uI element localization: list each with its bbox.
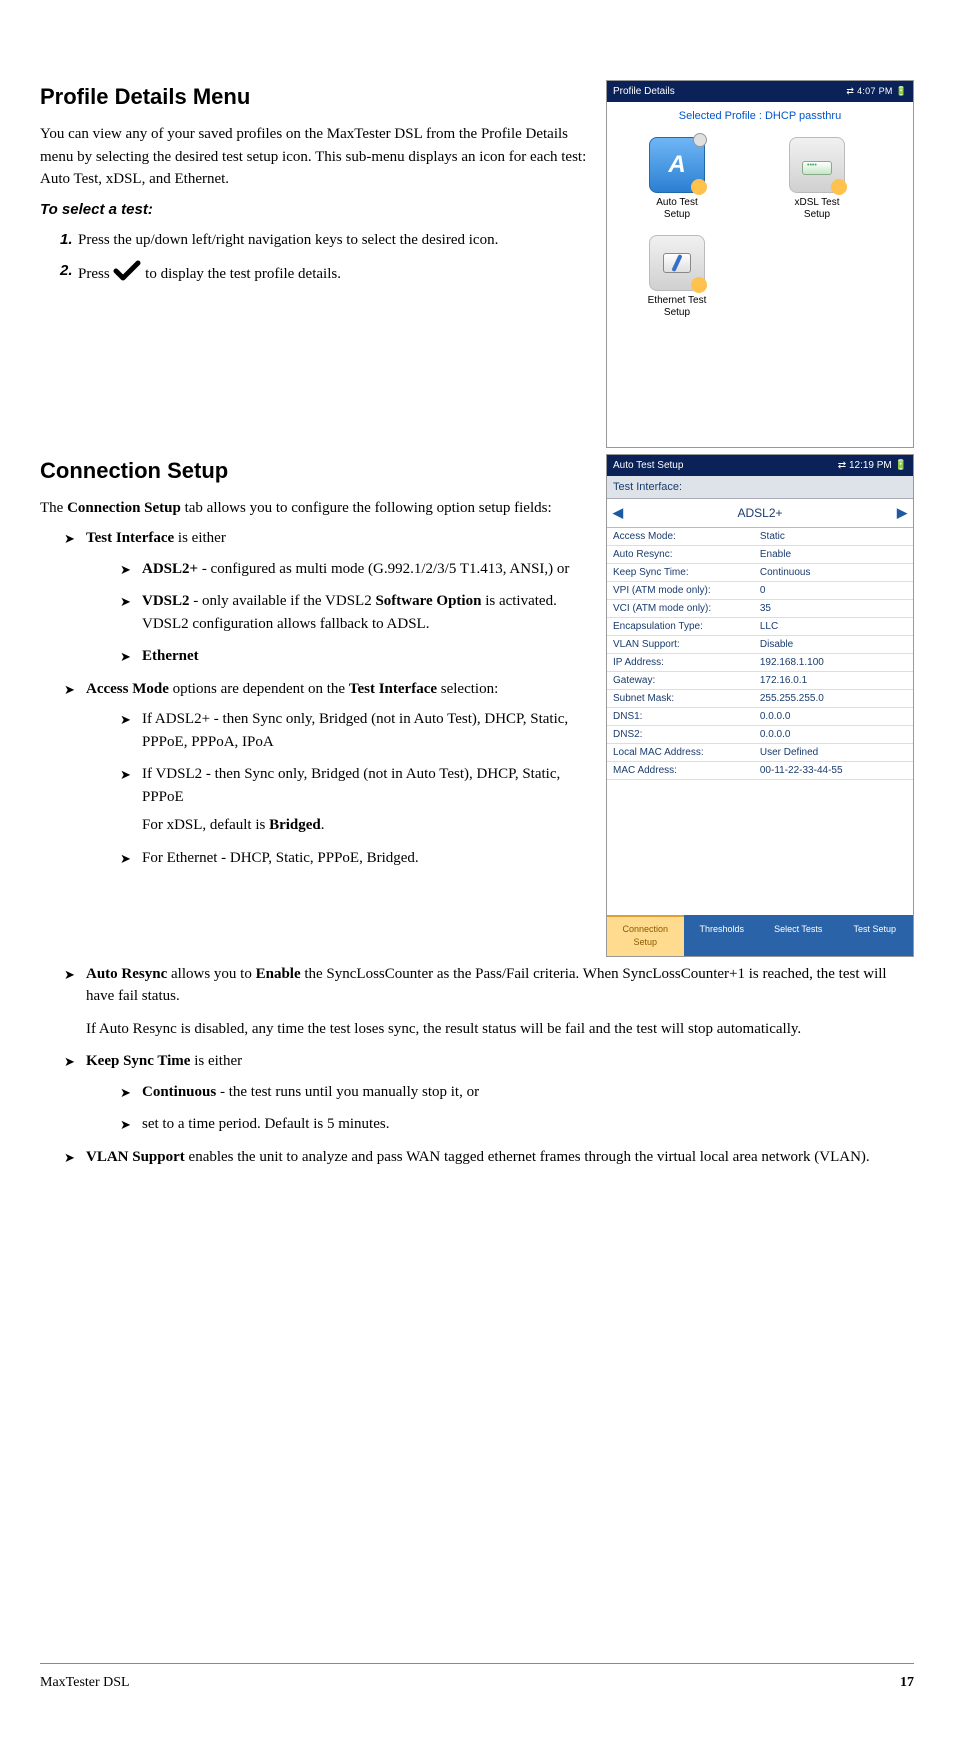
- wrench-icon: [691, 277, 707, 293]
- table-row[interactable]: VPI (ATM mode only):0: [607, 581, 913, 599]
- step-2-num: 2.: [60, 260, 73, 283]
- step-2: 2. Press to display the test profile det…: [60, 260, 588, 290]
- step-2-pre: Press: [78, 266, 113, 282]
- vdsl2-item: VDSL2 - only available if the VDSL2 Soft…: [120, 590, 588, 635]
- page-footer: MaxTester DSL 17: [40, 1663, 914, 1693]
- tab-test-setup[interactable]: Test Setup: [837, 915, 914, 956]
- wrench-icon: [691, 179, 707, 195]
- ethernet-test-icon: [649, 235, 705, 291]
- table-row[interactable]: Access Mode:Static: [607, 528, 913, 546]
- modem-icon: [802, 161, 832, 175]
- access-default: For xDSL, default is Bridged.: [142, 814, 588, 837]
- step-1-text: Press the up/down left/right navigation …: [78, 232, 498, 248]
- table-row[interactable]: Gateway:172.16.0.1: [607, 671, 913, 689]
- footer-product: MaxTester DSL: [40, 1672, 130, 1693]
- keep-sync-continuous: Continuous - the test runs until you man…: [120, 1081, 914, 1104]
- sshot1-titlebar: Profile Details ⇄ 4:07 PM 🔋: [607, 81, 913, 102]
- auto-resync-item: Auto Resync allows you to Enable the Syn…: [64, 963, 914, 1041]
- sshot1-title: Profile Details: [613, 84, 675, 99]
- table-row[interactable]: MAC Address:00-11-22-33-44-55: [607, 761, 913, 779]
- table-row[interactable]: IP Address:192.168.1.100: [607, 653, 913, 671]
- table-row[interactable]: Encapsulation Type:LLC: [607, 617, 913, 635]
- sshot2-titlebar: Auto Test Setup ⇄ 12:19 PM 🔋: [607, 455, 913, 476]
- xdsl-test-icon: [789, 137, 845, 193]
- ethernet-test-setup-item[interactable]: Ethernet TestSetup: [627, 235, 727, 319]
- sshot2-title: Auto Test Setup: [613, 458, 683, 473]
- table-row[interactable]: Auto Resync:Enable: [607, 545, 913, 563]
- access-vdsl-item: If VDSL2 - then Sync only, Bridged (not …: [120, 763, 588, 837]
- keep-sync-period: set to a time period. Default is 5 minut…: [120, 1113, 914, 1136]
- section2-heading: Connection Setup: [40, 454, 588, 487]
- step-2-post: to display the test profile details.: [145, 266, 341, 282]
- table-row[interactable]: DNS2:0.0.0.0: [607, 725, 913, 743]
- ethernet-plug-icon: [663, 253, 691, 273]
- sshot2-time: ⇄ 12:19 PM 🔋: [838, 458, 907, 473]
- connection-params-table: Access Mode:StaticAuto Resync:EnableKeep…: [607, 528, 913, 780]
- test-interface-value: ADSL2+: [737, 504, 782, 522]
- table-row[interactable]: Subnet Mask:255.255.255.0: [607, 689, 913, 707]
- gear-icon: [693, 133, 707, 147]
- step-1: 1. Press the up/down left/right navigati…: [60, 229, 588, 252]
- vlan-support-item: VLAN Support enables the unit to analyze…: [64, 1146, 914, 1169]
- section1-intro: You can view any of your saved profiles …: [40, 123, 588, 191]
- xdsl-test-label: xDSL TestSetup: [767, 197, 867, 221]
- sshot1-time: ⇄ 4:07 PM 🔋: [846, 85, 907, 99]
- footer-page: 17: [900, 1672, 914, 1693]
- auto-test-label: Auto TestSetup: [627, 197, 727, 221]
- chevron-left-icon[interactable]: ◀: [613, 503, 623, 523]
- table-row[interactable]: VLAN Support:Disable: [607, 635, 913, 653]
- test-interface-selector[interactable]: ◀ ADSL2+ ▶: [607, 499, 913, 528]
- sshot2-tabbar: ConnectionSetup Thresholds Select Tests …: [607, 915, 913, 956]
- tab-select-tests[interactable]: Select Tests: [760, 915, 837, 956]
- test-interface-label: Test Interface:: [607, 476, 913, 500]
- sshot1-selected-profile: Selected Profile : DHCP passthru: [607, 102, 913, 127]
- table-row[interactable]: Keep Sync Time:Continuous: [607, 563, 913, 581]
- tab-thresholds[interactable]: Thresholds: [684, 915, 761, 956]
- access-adsl-item: If ADSL2+ - then Sync only, Bridged (not…: [120, 708, 588, 753]
- table-row[interactable]: VCI (ATM mode only):35: [607, 599, 913, 617]
- check-icon: [113, 260, 141, 290]
- tab-connection-setup[interactable]: ConnectionSetup: [607, 915, 684, 956]
- step-1-num: 1.: [60, 229, 73, 252]
- profile-details-screenshot: Profile Details ⇄ 4:07 PM 🔋 Selected Pro…: [606, 80, 914, 448]
- section1-subheading: To select a test:: [40, 199, 588, 222]
- table-row[interactable]: DNS1:0.0.0.0: [607, 707, 913, 725]
- auto-test-icon: A: [649, 137, 705, 193]
- wrench-icon: [831, 179, 847, 195]
- table-row[interactable]: Local MAC Address:User Defined: [607, 743, 913, 761]
- xdsl-test-setup-item[interactable]: xDSL TestSetup: [767, 137, 867, 221]
- chevron-right-icon[interactable]: ▶: [897, 503, 907, 523]
- auto-test-setup-item[interactable]: A Auto TestSetup: [627, 137, 727, 221]
- auto-test-setup-screenshot: Auto Test Setup ⇄ 12:19 PM 🔋 Test Interf…: [606, 454, 914, 957]
- test-interface-item: Test Interface is either ADSL2+ - config…: [64, 527, 588, 668]
- access-mode-item: Access Mode options are dependent on the…: [64, 678, 588, 870]
- section1-heading: Profile Details Menu: [40, 80, 588, 113]
- keep-sync-item: Keep Sync Time is either Continuous - th…: [64, 1050, 914, 1136]
- auto-resync-para2: If Auto Resync is disabled, any time the…: [86, 1018, 914, 1041]
- section2-intro: The Connection Setup tab allows you to c…: [40, 497, 588, 520]
- ethernet-item: Ethernet: [120, 645, 588, 668]
- adsl2-item: ADSL2+ - configured as multi mode (G.992…: [120, 558, 588, 581]
- access-ethernet-item: For Ethernet - DHCP, Static, PPPoE, Brid…: [120, 847, 588, 870]
- ethernet-test-label: Ethernet TestSetup: [627, 295, 727, 319]
